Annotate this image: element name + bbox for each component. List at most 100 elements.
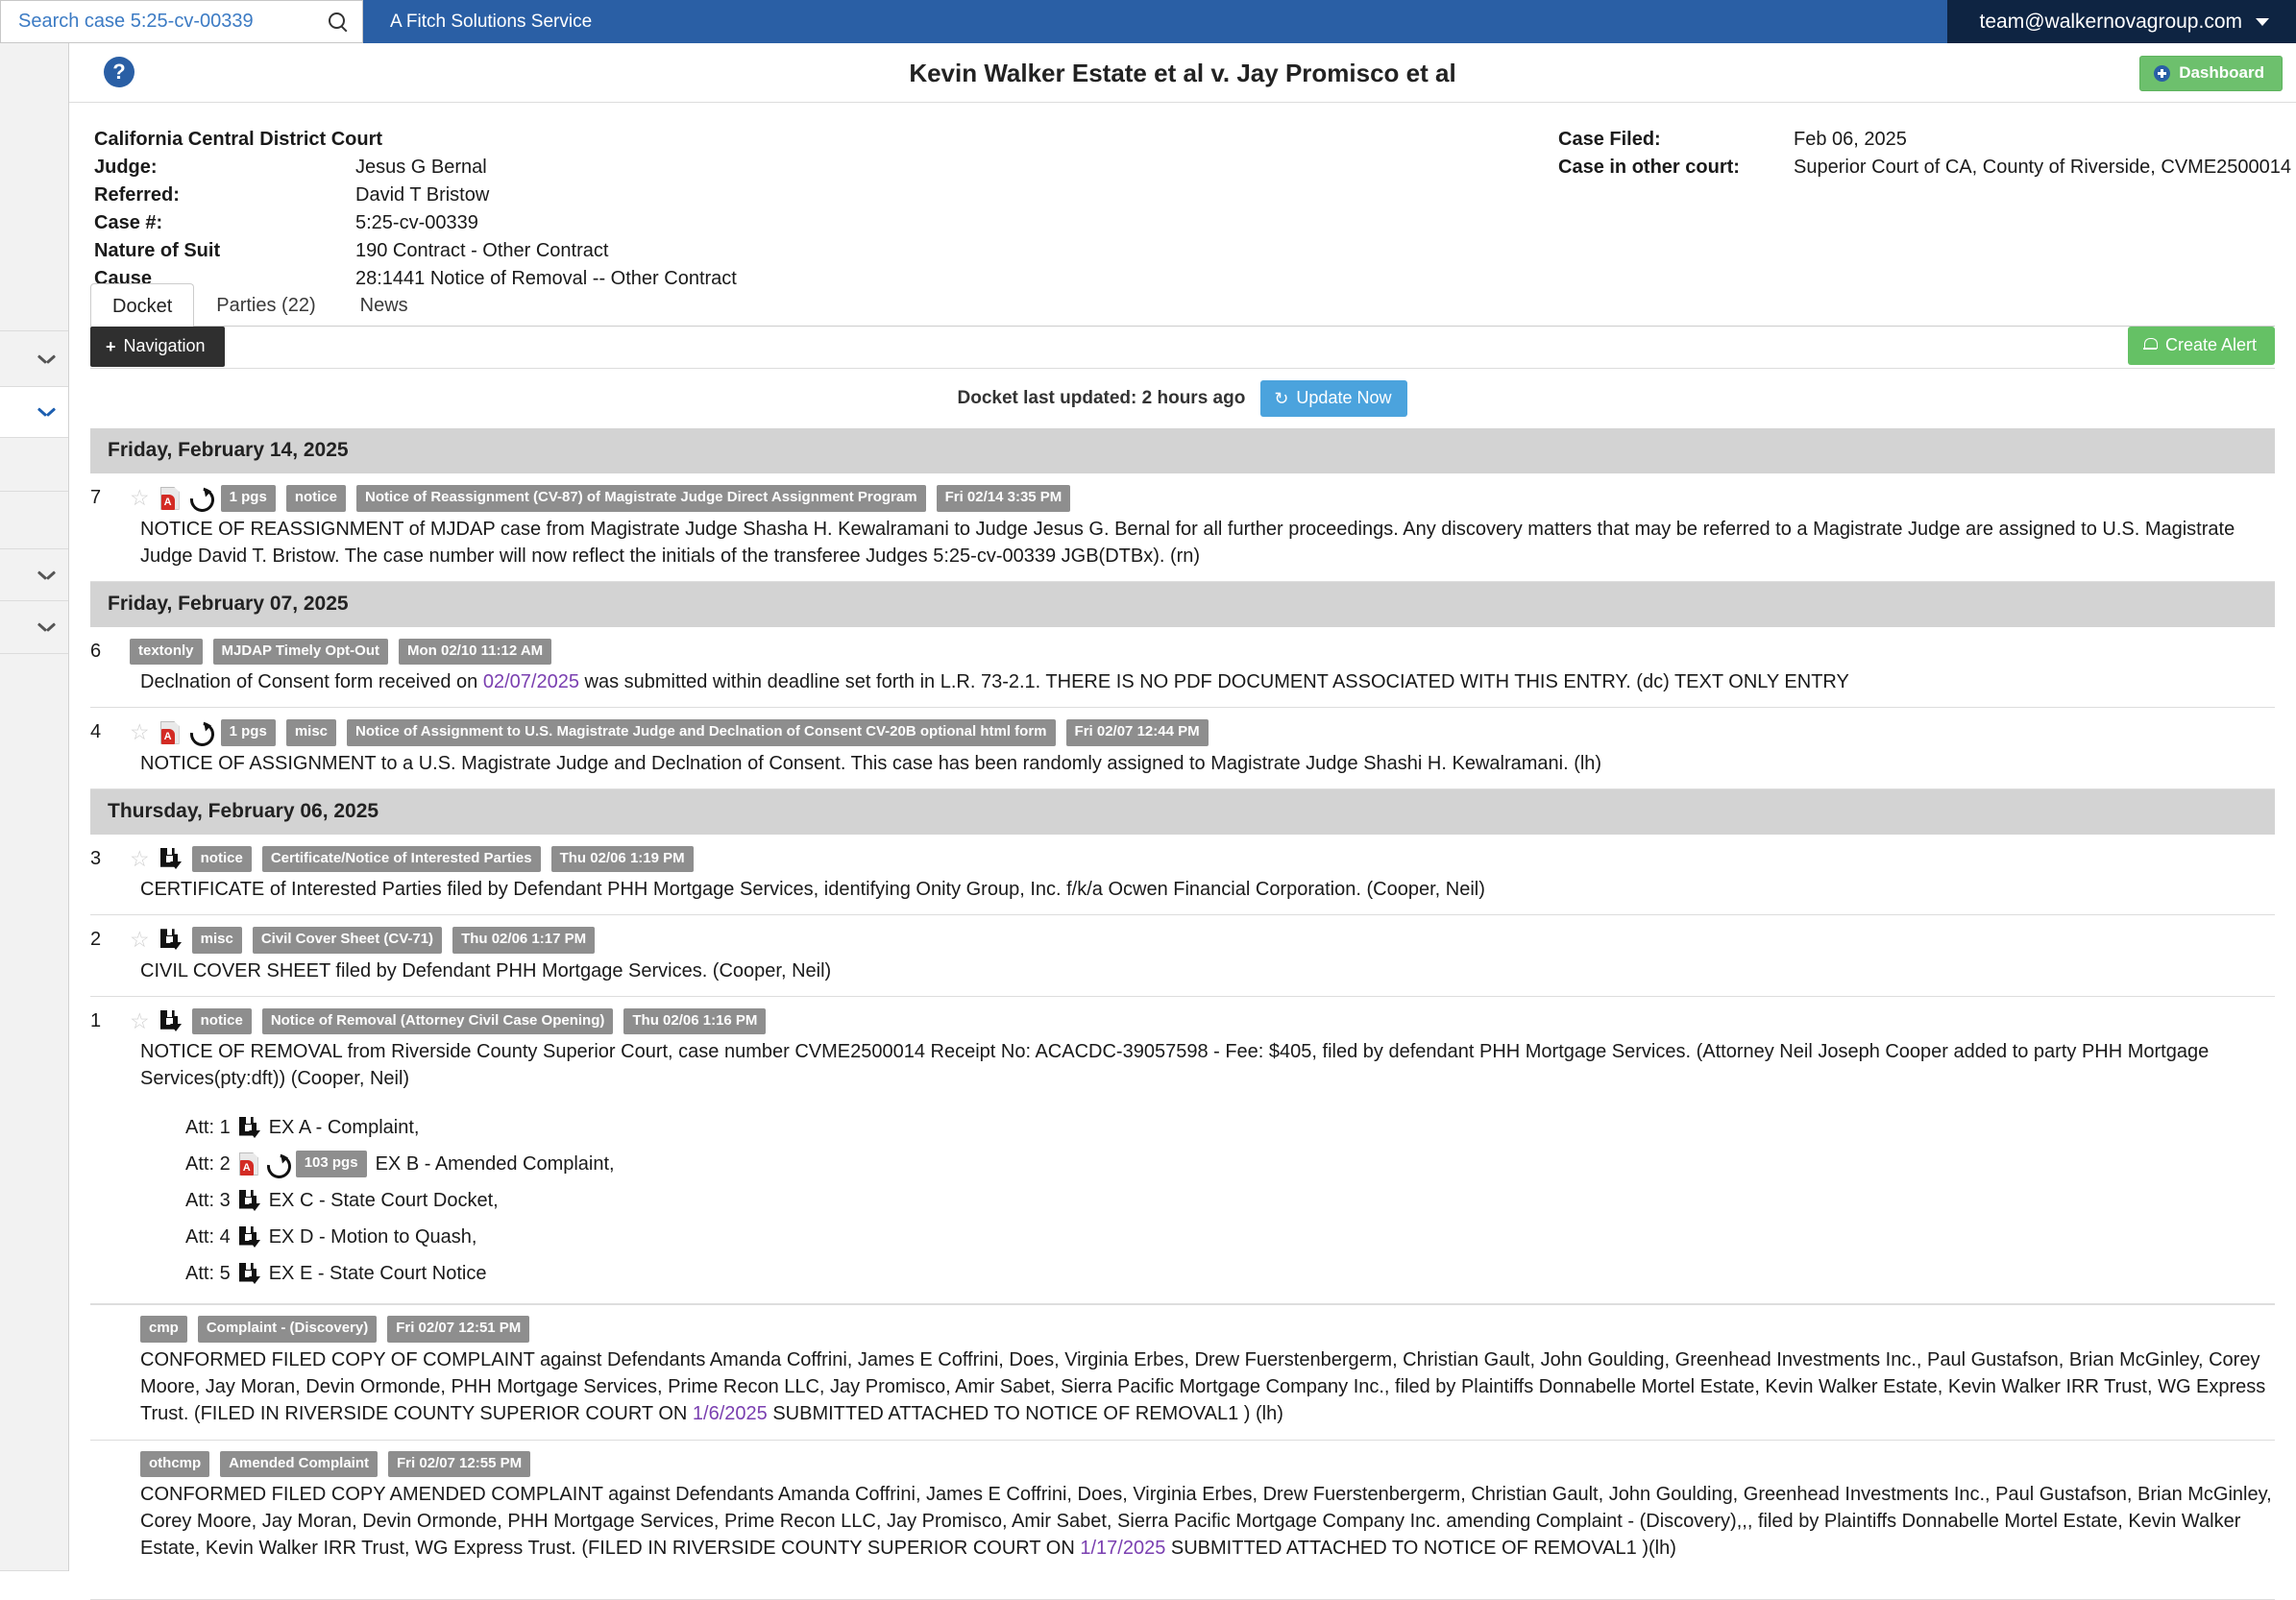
entry-badge[interactable]: Thu 02/06 1:19 PM [550,845,694,872]
side-panel-row[interactable] [0,601,68,654]
side-panel-row[interactable] [0,549,68,601]
entry-badge[interactable]: notice [285,485,346,512]
date-link[interactable]: 1/6/2025 [693,1403,768,1424]
save-download-icon[interactable] [159,929,182,951]
share-icon[interactable] [190,722,210,742]
search-box[interactable] [0,0,363,43]
docket-entry: 1 ☆ notice Notice of Removal (Attorney Civi… [90,997,2275,1304]
side-panel-row[interactable] [0,438,68,492]
update-now-button[interactable]: ↻ Update Now [1260,380,1408,417]
star-icon[interactable]: ☆ [130,847,150,870]
entry-badge[interactable]: Notice of Assignment to U.S. Magistrate … [347,719,1056,746]
entry-badge[interactable]: Civil Cover Sheet (CV-71) [252,927,443,954]
chevron-down-icon[interactable] [38,354,55,364]
entry-badge[interactable]: Fri 02/07 12:55 PM [388,1450,531,1477]
save-download-icon[interactable] [238,1262,260,1285]
save-download-icon[interactable] [159,1009,182,1032]
docket-date-header: Friday, February 07, 2025 [90,581,2275,627]
case-meta-row: Case #: 5:25-cv-00339 [94,209,737,237]
tab-news[interactable]: News [338,282,430,326]
service-label: A Fitch Solutions Service [390,11,593,32]
account-menu[interactable]: team@walkernovagroup.com [1946,0,2296,43]
court-name: California Central District Court [94,129,383,150]
date-link[interactable]: 02/07/2025 [483,671,579,692]
docket-entry-text: NOTICE OF ASSIGNMENT to a U.S. Magistrat… [140,752,1602,774]
share-icon[interactable] [190,488,210,508]
attachment-title[interactable]: EX C - State Court Docket, [269,1184,499,1217]
attachment-row: Att: 1 EX A - Complaint, [185,1109,2275,1146]
pdf-icon[interactable] [239,1152,258,1176]
tab-docket[interactable]: Docket [90,283,195,327]
chevron-down-icon[interactable] [38,570,55,580]
entry-badge[interactable]: notice [191,1007,252,1034]
pdf-icon[interactable] [160,721,180,744]
docket-update-strip: Docket last updated: 2 hours ago ↻ Updat… [90,369,2275,428]
case-meta-key: Referred: [94,184,180,206]
attachment-title[interactable]: EX B - Amended Complaint, [376,1148,615,1180]
entry-text-after: SUBMITTED ATTACHED TO NOTICE OF REMOVAL1… [767,1402,1283,1424]
dashboard-button[interactable]: Dashboard [2139,56,2283,91]
entry-text-after: was submitted within deadline set forth … [578,671,1849,692]
side-panel-row[interactable] [0,331,68,387]
search-icon[interactable] [328,12,349,33]
case-meta-row: Referred: David T Bristow [94,182,737,209]
create-alert-label: Create Alert [2164,335,2257,354]
entry-badge[interactable]: Mon 02/10 11:12 AM [398,638,552,665]
docket-entry-number[interactable]: 6 [90,641,119,663]
side-panel-row[interactable] [0,654,68,1571]
entry-badge[interactable]: Certificate/Notice of Interested Parties [261,845,541,872]
entry-badge[interactable]: 1 pgs [220,485,276,512]
entry-badge[interactable]: Notice of Removal (Attorney Civil Case O… [261,1007,614,1034]
star-icon[interactable]: ☆ [130,1009,150,1032]
side-panel-row[interactable] [0,43,68,331]
tab-parties-22[interactable]: Parties (22) [194,282,337,326]
save-download-icon[interactable] [238,1189,260,1212]
entry-badge[interactable]: cmp [140,1316,187,1343]
side-panel-row[interactable] [0,387,68,438]
create-alert-button[interactable]: Create Alert [2127,327,2275,365]
docket-entry-number[interactable]: 3 [90,848,119,870]
entry-badge[interactable]: Amended Complaint [220,1450,379,1477]
docket-entry-header: 3 ☆ notice Certificate/Notice of Interested… [90,845,2275,872]
entry-badge[interactable]: Complaint - (Discovery) [197,1316,378,1343]
entry-badge[interactable]: Fri 02/07 12:44 PM [1065,719,1209,746]
docket-entry-number[interactable]: 2 [90,929,119,951]
side-panel-row[interactable] [0,492,68,549]
search-input[interactable] [16,10,328,34]
account-email-label: team@walkernovagroup.com [1979,10,2242,33]
entry-badge[interactable]: misc [285,719,337,746]
entry-badge[interactable]: notice [191,845,252,872]
chevron-down-icon[interactable] [38,622,55,632]
save-download-icon[interactable] [159,847,182,870]
entry-badge[interactable]: Fri 02/14 3:35 PM [936,485,1071,512]
star-icon[interactable]: ☆ [130,929,150,951]
entry-badge[interactable]: Notice of Reassignment (CV-87) of Magist… [356,485,926,512]
docket-sub-entry-header: othcmp Amended Complaint Fri 02/07 12:55 P… [90,1450,2275,1477]
entry-badge[interactable]: Fri 02/07 12:51 PM [387,1316,530,1343]
docket-entry-number[interactable]: 1 [90,1010,119,1032]
entry-badge[interactable]: MJDAP Timely Opt-Out [212,638,388,665]
docket-entry-number[interactable]: 4 [90,721,119,743]
entry-badge[interactable]: Thu 02/06 1:16 PM [623,1007,767,1034]
star-icon[interactable]: ☆ [130,721,150,743]
save-download-icon[interactable] [238,1116,260,1139]
refresh-icon: ↻ [1274,388,1289,408]
entry-badge[interactable]: 1 pgs [220,719,276,746]
entry-badge[interactable]: Thu 02/06 1:17 PM [452,927,596,954]
attachment-title[interactable]: EX A - Complaint, [269,1111,420,1144]
case-meta-value: David T Bristow [355,184,490,206]
entry-badge[interactable]: misc [191,927,242,954]
chevron-down-icon[interactable] [38,407,55,417]
share-icon[interactable] [267,1154,287,1175]
pdf-icon[interactable] [160,487,180,510]
attachment-title[interactable]: EX E - State Court Notice [269,1257,487,1290]
entry-badge[interactable]: othcmp [140,1450,210,1477]
docket-entry-number[interactable]: 7 [90,487,119,509]
navigation-button[interactable]: + Navigation [90,327,225,367]
entry-badge[interactable]: textonly [130,638,203,665]
attachment-title[interactable]: EX D - Motion to Quash, [269,1221,477,1253]
attachment-pages-badge[interactable]: 103 pgs [295,1151,367,1177]
save-download-icon[interactable] [238,1225,260,1248]
date-link[interactable]: 1/17/2025 [1080,1538,1165,1559]
star-icon[interactable]: ☆ [130,487,150,509]
